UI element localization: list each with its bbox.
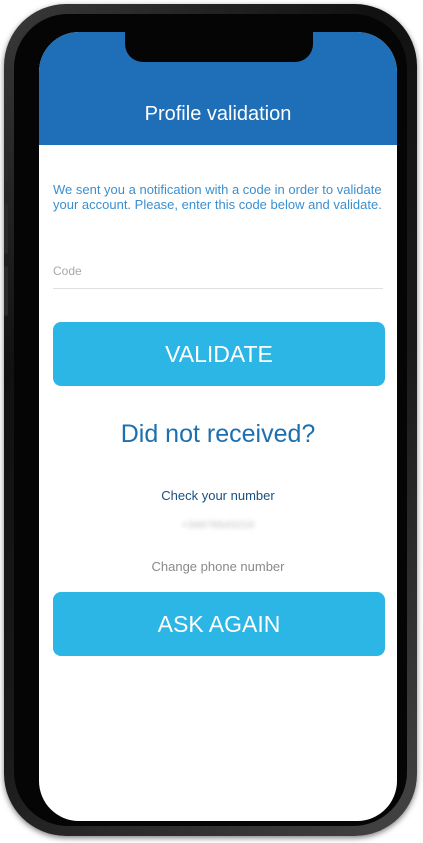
not-received-heading: Did not received? bbox=[120, 420, 316, 448]
phone-frame: Profile validation We sent you a notific… bbox=[4, 4, 417, 836]
volume-down-button bbox=[4, 266, 8, 316]
phone-number-value: +34676543210 bbox=[181, 520, 255, 531]
volume-up-button bbox=[4, 204, 8, 254]
ask-again-button[interactable]: ASK AGAIN bbox=[53, 592, 385, 656]
validate-button[interactable]: VALIDATE bbox=[53, 322, 385, 386]
check-number-label: Check your number bbox=[161, 488, 275, 503]
app-screen: Profile validation We sent you a notific… bbox=[39, 32, 397, 821]
page-title: Profile validation bbox=[144, 103, 292, 125]
mute-switch bbox=[4, 154, 8, 182]
code-input[interactable] bbox=[53, 254, 383, 289]
instruction-text: We sent you a notification with a code i… bbox=[53, 182, 382, 212]
notch bbox=[125, 32, 313, 62]
change-phone-link[interactable]: Change phone number bbox=[39, 559, 397, 574]
